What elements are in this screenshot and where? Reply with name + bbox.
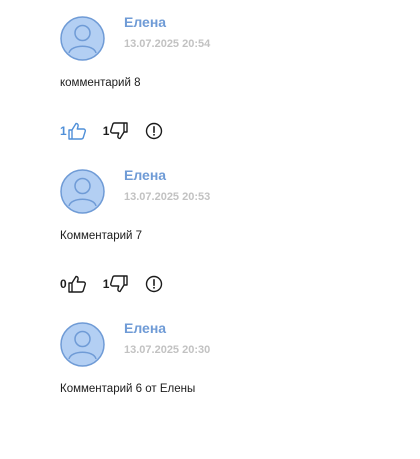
thumbs-up-icon (67, 275, 86, 293)
dislike-count: 1 (102, 277, 110, 291)
user-avatar-icon (60, 169, 105, 214)
author-name[interactable]: Елена (124, 14, 166, 30)
comment-item: Елена 13.07.2025 20:54 комментарий 8 1 1 (0, 0, 420, 153)
comment-actions: 0 1 (60, 274, 163, 294)
like-button[interactable]: 0 (60, 274, 87, 294)
like-count: 1 (60, 124, 67, 138)
avatar (60, 322, 105, 367)
comment-date: 13.07.2025 20:30 (124, 344, 211, 356)
avatar (60, 169, 105, 214)
comment-text: Комментарий 7 (60, 230, 143, 242)
user-avatar-icon (60, 322, 105, 367)
dislike-count: 1 (102, 124, 110, 138)
comment-date: 13.07.2025 20:54 (124, 38, 211, 50)
report-button[interactable] (145, 275, 163, 293)
author-name[interactable]: Елена (124, 320, 166, 336)
comment-text: комментарий 8 (60, 77, 141, 89)
comment-item: Елена 13.07.2025 20:53 Комментарий 7 0 1 (0, 153, 420, 306)
exclamation-circle-icon (146, 275, 163, 293)
dislike-button[interactable]: 1 (103, 121, 130, 141)
comment-actions: 1 1 (60, 121, 163, 141)
thumbs-down-icon (110, 275, 129, 293)
comment-date: 13.07.2025 20:53 (124, 191, 211, 203)
author-name[interactable]: Елена (124, 167, 166, 183)
dislike-button[interactable]: 1 (103, 274, 130, 294)
user-avatar-icon (60, 16, 105, 61)
thumbs-up-icon (67, 122, 86, 140)
like-count: 0 (60, 277, 67, 291)
comment-text: Комментарий 6 от Елены (60, 383, 196, 395)
thumbs-down-icon (110, 122, 129, 140)
comment-item: Елена 13.07.2025 20:30 Комментарий 6 от … (0, 306, 420, 459)
avatar (60, 16, 105, 61)
like-button[interactable]: 1 (60, 121, 87, 141)
report-button[interactable] (145, 122, 163, 140)
exclamation-circle-icon (146, 122, 163, 140)
